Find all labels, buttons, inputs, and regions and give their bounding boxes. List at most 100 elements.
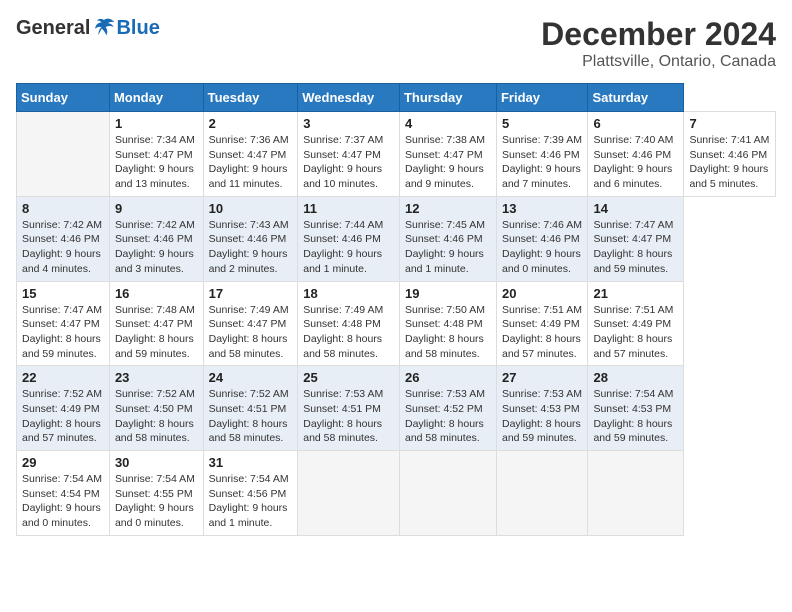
calendar-cell: 4 Sunrise: 7:38 AMSunset: 4:47 PMDaylight… — [399, 112, 496, 197]
calendar-cell: 1 Sunrise: 7:34 AMSunset: 4:47 PMDaylight… — [109, 112, 203, 197]
calendar-week-3: 15 Sunrise: 7:47 AMSunset: 4:47 PMDayligh… — [17, 281, 776, 366]
calendar-cell: 5Sunrise: 7:39 AMSunset: 4:46 PMDaylight… — [496, 112, 587, 197]
calendar-cell: 29Sunrise: 7:54 AMSunset: 4:54 PMDayligh… — [17, 451, 110, 536]
calendar-header-thursday: Thursday — [399, 84, 496, 112]
calendar-week-5: 29Sunrise: 7:54 AMSunset: 4:54 PMDayligh… — [17, 451, 776, 536]
calendar-cell: 10 Sunrise: 7:43 AMSunset: 4:46 PMDayligh… — [203, 196, 298, 281]
calendar-cell: 28 Sunrise: 7:54 AMSunset: 4:53 PMDayligh… — [588, 366, 684, 451]
calendar-cell: 11Sunrise: 7:44 AMSunset: 4:46 PMDayligh… — [298, 196, 400, 281]
calendar-cell: 2Sunrise: 7:36 AMSunset: 4:47 PMDaylight… — [203, 112, 298, 197]
calendar-cell: 30Sunrise: 7:54 AMSunset: 4:55 PMDayligh… — [109, 451, 203, 536]
day-number: 1 — [115, 116, 198, 131]
day-info: Sunrise: 7:53 AMSunset: 4:53 PMDaylight:… — [502, 387, 582, 446]
calendar-cell: 8 Sunrise: 7:42 AMSunset: 4:46 PMDaylight… — [17, 196, 110, 281]
day-info: Sunrise: 7:45 AMSunset: 4:46 PMDaylight:… — [405, 218, 491, 277]
day-info: Sunrise: 7:53 AMSunset: 4:52 PMDaylight:… — [405, 387, 491, 446]
day-number: 27 — [502, 370, 582, 385]
day-info: Sunrise: 7:38 AMSunset: 4:47 PMDaylight:… — [405, 133, 491, 192]
day-info: Sunrise: 7:51 AMSunset: 4:49 PMDaylight:… — [593, 303, 678, 362]
day-info: Sunrise: 7:49 AMSunset: 4:47 PMDaylight:… — [209, 303, 293, 362]
calendar-cell: 17 Sunrise: 7:49 AMSunset: 4:47 PMDayligh… — [203, 281, 298, 366]
day-number: 22 — [22, 370, 104, 385]
calendar-header-row: SundayMondayTuesdayWednesdayThursdayFrid… — [17, 84, 776, 112]
day-number: 24 — [209, 370, 293, 385]
day-number: 7 — [689, 116, 770, 131]
day-info: Sunrise: 7:36 AMSunset: 4:47 PMDaylight:… — [209, 133, 293, 192]
day-number: 18 — [303, 286, 394, 301]
day-number: 19 — [405, 286, 491, 301]
day-number: 4 — [405, 116, 491, 131]
logo: General Blue — [16, 16, 160, 40]
day-info: Sunrise: 7:42 AMSunset: 4:46 PMDaylight:… — [22, 218, 104, 277]
day-info: Sunrise: 7:43 AMSunset: 4:46 PMDaylight:… — [209, 218, 293, 277]
calendar-week-1: 1 Sunrise: 7:34 AMSunset: 4:47 PMDaylight… — [17, 112, 776, 197]
day-info: Sunrise: 7:50 AMSunset: 4:48 PMDaylight:… — [405, 303, 491, 362]
day-number: 10 — [209, 201, 293, 216]
day-info: Sunrise: 7:44 AMSunset: 4:46 PMDaylight:… — [303, 218, 394, 277]
day-number: 16 — [115, 286, 198, 301]
calendar-header-sunday: Sunday — [17, 84, 110, 112]
day-number: 12 — [405, 201, 491, 216]
day-info: Sunrise: 7:54 AMSunset: 4:55 PMDaylight:… — [115, 472, 198, 531]
calendar-cell: 3 Sunrise: 7:37 AMSunset: 4:47 PMDaylight… — [298, 112, 400, 197]
calendar-cell: 22 Sunrise: 7:52 AMSunset: 4:49 PMDayligh… — [17, 366, 110, 451]
calendar-header-wednesday: Wednesday — [298, 84, 400, 112]
day-info: Sunrise: 7:40 AMSunset: 4:46 PMDaylight:… — [593, 133, 678, 192]
calendar-cell: 25 Sunrise: 7:53 AMSunset: 4:51 PMDayligh… — [298, 366, 400, 451]
day-number: 21 — [593, 286, 678, 301]
day-info: Sunrise: 7:42 AMSunset: 4:46 PMDaylight:… — [115, 218, 198, 277]
calendar-cell: 19 Sunrise: 7:50 AMSunset: 4:48 PMDayligh… — [399, 281, 496, 366]
day-info: Sunrise: 7:46 AMSunset: 4:46 PMDaylight:… — [502, 218, 582, 277]
calendar-cell: 31 Sunrise: 7:54 AMSunset: 4:56 PMDayligh… — [203, 451, 298, 536]
day-info: Sunrise: 7:37 AMSunset: 4:47 PMDaylight:… — [303, 133, 394, 192]
calendar-cell: 9 Sunrise: 7:42 AMSunset: 4:46 PMDaylight… — [109, 196, 203, 281]
logo-general-text: General — [16, 17, 90, 40]
calendar-cell: 27 Sunrise: 7:53 AMSunset: 4:53 PMDayligh… — [496, 366, 587, 451]
location-text: Plattsville, Ontario, Canada — [541, 53, 776, 71]
day-info: Sunrise: 7:48 AMSunset: 4:47 PMDaylight:… — [115, 303, 198, 362]
day-number: 8 — [22, 201, 104, 216]
day-number: 17 — [209, 286, 293, 301]
day-number: 23 — [115, 370, 198, 385]
calendar-cell: 14 Sunrise: 7:47 AMSunset: 4:47 PMDayligh… — [588, 196, 684, 281]
calendar-cell: 18 Sunrise: 7:49 AMSunset: 4:48 PMDayligh… — [298, 281, 400, 366]
calendar-cell — [298, 451, 400, 536]
day-number: 3 — [303, 116, 394, 131]
day-info: Sunrise: 7:34 AMSunset: 4:47 PMDaylight:… — [115, 133, 198, 192]
day-number: 28 — [593, 370, 678, 385]
day-number: 9 — [115, 201, 198, 216]
day-info: Sunrise: 7:52 AMSunset: 4:50 PMDaylight:… — [115, 387, 198, 446]
calendar-cell — [17, 112, 110, 197]
day-number: 31 — [209, 455, 293, 470]
day-info: Sunrise: 7:39 AMSunset: 4:46 PMDaylight:… — [502, 133, 582, 192]
calendar-header-tuesday: Tuesday — [203, 84, 298, 112]
day-info: Sunrise: 7:54 AMSunset: 4:56 PMDaylight:… — [209, 472, 293, 531]
calendar-cell: 16 Sunrise: 7:48 AMSunset: 4:47 PMDayligh… — [109, 281, 203, 366]
calendar-cell: 24 Sunrise: 7:52 AMSunset: 4:51 PMDayligh… — [203, 366, 298, 451]
calendar-week-4: 22 Sunrise: 7:52 AMSunset: 4:49 PMDayligh… — [17, 366, 776, 451]
day-info: Sunrise: 7:54 AMSunset: 4:53 PMDaylight:… — [593, 387, 678, 446]
day-info: Sunrise: 7:47 AMSunset: 4:47 PMDaylight:… — [593, 218, 678, 277]
day-number: 14 — [593, 201, 678, 216]
day-info: Sunrise: 7:52 AMSunset: 4:49 PMDaylight:… — [22, 387, 104, 446]
day-number: 15 — [22, 286, 104, 301]
calendar-cell: 23 Sunrise: 7:52 AMSunset: 4:50 PMDayligh… — [109, 366, 203, 451]
day-info: Sunrise: 7:53 AMSunset: 4:51 PMDaylight:… — [303, 387, 394, 446]
day-number: 25 — [303, 370, 394, 385]
day-number: 20 — [502, 286, 582, 301]
day-info: Sunrise: 7:49 AMSunset: 4:48 PMDaylight:… — [303, 303, 394, 362]
calendar-week-2: 8 Sunrise: 7:42 AMSunset: 4:46 PMDaylight… — [17, 196, 776, 281]
day-info: Sunrise: 7:54 AMSunset: 4:54 PMDaylight:… — [22, 472, 104, 531]
logo-blue-text: Blue — [116, 17, 159, 40]
page-header: General Blue December 2024 Plattsville, … — [16, 16, 776, 71]
calendar-header-saturday: Saturday — [588, 84, 684, 112]
logo-bird-icon — [92, 16, 116, 40]
title-block: December 2024 Plattsville, Ontario, Cana… — [541, 16, 776, 71]
calendar-cell — [496, 451, 587, 536]
day-info: Sunrise: 7:47 AMSunset: 4:47 PMDaylight:… — [22, 303, 104, 362]
calendar-cell: 15 Sunrise: 7:47 AMSunset: 4:47 PMDayligh… — [17, 281, 110, 366]
calendar-cell: 7Sunrise: 7:41 AMSunset: 4:46 PMDaylight… — [684, 112, 776, 197]
day-number: 6 — [593, 116, 678, 131]
calendar-cell: 12 Sunrise: 7:45 AMSunset: 4:46 PMDayligh… — [399, 196, 496, 281]
day-info: Sunrise: 7:52 AMSunset: 4:51 PMDaylight:… — [209, 387, 293, 446]
